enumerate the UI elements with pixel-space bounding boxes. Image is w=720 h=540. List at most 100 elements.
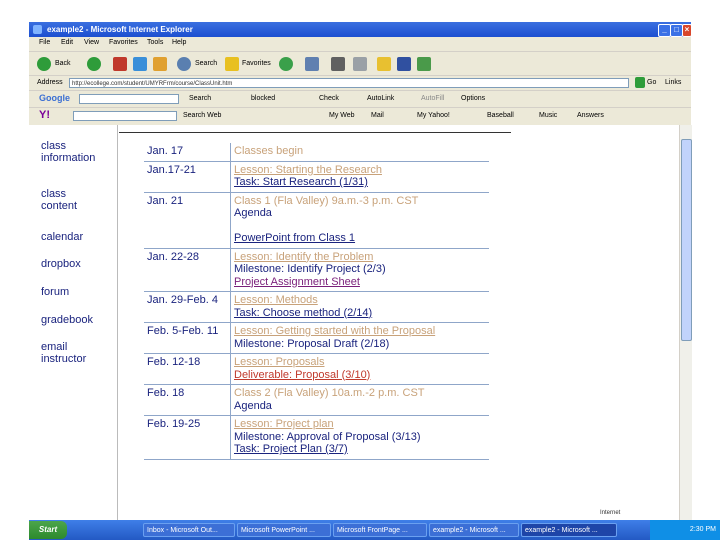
ie-icon xyxy=(33,25,42,34)
yahoo-my-yahoo-button[interactable]: My Yahoo! xyxy=(417,112,450,119)
schedule-link[interactable]: Task: Project Plan (3/7) xyxy=(234,443,486,456)
vertical-scrollbar[interactable] xyxy=(679,125,692,520)
nav-calendar[interactable]: calendar xyxy=(41,231,83,243)
google-options-button[interactable]: Options xyxy=(461,95,485,102)
schedule-text: Milestone: Proposal Draft (2/18) xyxy=(234,337,390,350)
schedule-description: Lesson: Identify the Problem Milestone: I… xyxy=(230,248,489,292)
research-icon[interactable] xyxy=(397,57,411,71)
print-icon[interactable] xyxy=(331,57,345,71)
go-arrow-icon[interactable] xyxy=(635,77,645,88)
favorites-label[interactable]: Favorites xyxy=(242,60,271,67)
schedule-row: Jan. 21 Class 1 (Fla Valley) 9a.m.-3 p.m.… xyxy=(144,192,489,249)
nav-class-content[interactable]: class content xyxy=(41,188,101,212)
search-label[interactable]: Search xyxy=(195,60,217,67)
nav-gradebook[interactable]: gradebook xyxy=(41,314,93,326)
yahoo-my-web-button[interactable]: My Web xyxy=(329,112,355,119)
yahoo-music-button[interactable]: Music xyxy=(539,112,557,119)
taskbar-item[interactable]: Microsoft PowerPoint ... xyxy=(237,523,331,537)
yahoo-logo: Y! xyxy=(39,109,50,121)
scroll-thumb[interactable] xyxy=(681,139,692,341)
media-icon[interactable] xyxy=(279,57,293,71)
yahoo-mail-button[interactable]: Mail xyxy=(371,112,384,119)
schedule-date: Jan.17-21 xyxy=(144,161,231,193)
schedule-row: Feb. 12-18 Lesson: Proposals Deliverable: … xyxy=(144,353,489,385)
taskbar: Start Inbox - Microsoft Out... Microsoft… xyxy=(29,520,720,540)
links-label[interactable]: Links xyxy=(665,79,681,86)
schedule-link[interactable]: Lesson: Starting the Research xyxy=(234,164,486,177)
home-icon[interactable] xyxy=(153,57,167,71)
browser-window: example2 - Microsoft Internet Explorer _… xyxy=(0,0,720,540)
schedule-link[interactable]: PowerPoint from Class 1 xyxy=(234,232,486,245)
schedule-date: Jan. 22-28 xyxy=(144,248,231,292)
search-icon[interactable] xyxy=(177,57,191,71)
autolink-button[interactable]: AutoLink xyxy=(367,95,394,102)
schedule-link[interactable]: Lesson: Proposals xyxy=(234,356,486,369)
google-search-button[interactable]: Search xyxy=(189,95,211,102)
menu-help[interactable]: Help xyxy=(172,39,186,46)
schedule-link[interactable]: Task: Choose method (2/14) xyxy=(234,307,486,320)
google-logo: Google xyxy=(39,93,70,103)
schedule-link[interactable]: Task: Start Research (1/31) xyxy=(234,176,486,189)
go-button[interactable]: Go xyxy=(647,79,656,86)
menu-view[interactable]: View xyxy=(84,39,99,46)
yahoo-baseball-button[interactable]: Baseball xyxy=(487,112,514,119)
nav-forum[interactable]: forum xyxy=(41,286,69,298)
refresh-icon[interactable] xyxy=(133,57,147,71)
schedule-row: Jan. 17 Classes begin xyxy=(144,143,489,162)
schedule-description: Lesson: Methods Task: Choose method (2/14… xyxy=(230,291,489,323)
back-label[interactable]: Back xyxy=(55,60,71,67)
yahoo-answers-button[interactable]: Answers xyxy=(577,112,604,119)
schedule-date: Jan. 21 xyxy=(144,192,231,249)
content-top-rule xyxy=(119,132,511,133)
start-button[interactable]: Start xyxy=(29,521,67,539)
status-zone: Internet xyxy=(600,510,621,516)
spell-check-button[interactable]: Check xyxy=(319,95,339,102)
favorites-star-icon[interactable] xyxy=(225,57,239,71)
address-label: Address xyxy=(37,79,63,86)
schedule-date: Feb. 5-Feb. 11 xyxy=(144,322,231,354)
close-button[interactable]: × xyxy=(682,24,692,37)
schedule-row: Jan. 29-Feb. 4 Lesson: Methods Task: Choos… xyxy=(144,291,489,323)
title-bar[interactable]: example2 - Microsoft Internet Explorer _… xyxy=(29,22,692,37)
schedule-link[interactable]: Deliverable: Proposal (3/10) xyxy=(234,369,486,382)
schedule-description: Classes begin xyxy=(230,143,489,162)
schedule-link[interactable]: Project Assignment Sheet xyxy=(234,276,486,289)
autofill-button[interactable]: AutoFill xyxy=(421,95,444,102)
google-search-input[interactable] xyxy=(79,94,179,104)
stop-icon[interactable] xyxy=(113,57,127,71)
schedule-description: Class 2 (Fla Valley) 10a.m.-2 p.m. CST Ag… xyxy=(230,384,489,416)
menu-bar: File Edit View Favorites Tools Help xyxy=(29,37,691,51)
menu-edit[interactable]: Edit xyxy=(61,39,73,46)
edit-icon[interactable] xyxy=(353,57,367,71)
menu-favorites[interactable]: Favorites xyxy=(109,39,138,46)
schedule-text: Agenda xyxy=(234,399,272,412)
address-input[interactable]: http://ecollege.com/student/UMYRFrm/cour… xyxy=(69,78,629,88)
taskbar-item-active[interactable]: example2 - Microsoft ... xyxy=(521,523,617,537)
desktop-margin xyxy=(0,0,720,22)
schedule-text: Class 2 (Fla Valley) 10a.m.-2 p.m. CST xyxy=(234,387,425,399)
nav-dropbox[interactable]: dropbox xyxy=(41,258,81,270)
schedule-date: Feb. 19-25 xyxy=(144,415,231,460)
taskbar-item[interactable]: example2 - Microsoft ... xyxy=(429,523,519,537)
taskbar-item[interactable]: Inbox - Microsoft Out... xyxy=(143,523,235,537)
schedule-link[interactable]: Lesson: Methods xyxy=(234,294,486,307)
taskbar-item[interactable]: Microsoft FrontPage ... xyxy=(333,523,427,537)
yahoo-search-input[interactable] xyxy=(73,111,177,121)
forward-icon[interactable] xyxy=(87,57,101,71)
folder-icon[interactable] xyxy=(377,57,391,71)
mail-icon[interactable] xyxy=(305,57,319,71)
schedule-link[interactable]: Lesson: Getting started with the Proposa… xyxy=(234,325,486,338)
messenger-icon[interactable] xyxy=(417,57,431,71)
schedule-description: Lesson: Getting started with the Proposa… xyxy=(230,322,489,354)
yahoo-search-web-button[interactable]: Search Web xyxy=(183,112,221,119)
menu-file[interactable]: File xyxy=(39,39,50,46)
nav-class-information[interactable]: class information xyxy=(41,140,101,164)
nav-email-instructor[interactable]: email instructor xyxy=(41,341,101,365)
back-icon[interactable] xyxy=(37,57,51,71)
yahoo-toolbar: Y! Search Web My Web Mail My Yahoo! Base… xyxy=(29,107,691,126)
schedule-link[interactable]: Lesson: Identify the Problem xyxy=(234,251,486,264)
popup-blocked-label[interactable]: blocked xyxy=(251,95,275,102)
schedule-link[interactable]: Lesson: Project plan xyxy=(234,418,486,431)
menu-tools[interactable]: Tools xyxy=(147,39,163,46)
schedule-text: Milestone: Identify Project (2/3) xyxy=(234,263,386,275)
